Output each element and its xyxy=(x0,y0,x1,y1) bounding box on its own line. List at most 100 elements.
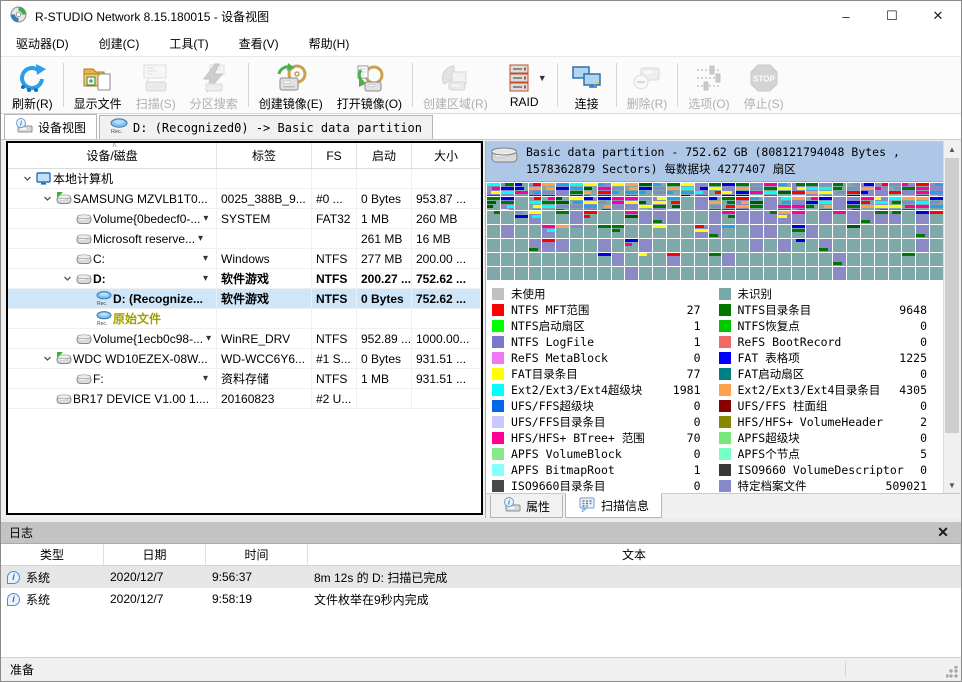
scan-map-cell xyxy=(529,253,542,266)
log-close-icon[interactable]: ✕ xyxy=(933,524,953,541)
connect-button[interactable]: 连接 xyxy=(561,59,613,113)
disk-icon xyxy=(56,392,73,406)
scan-map-cell xyxy=(515,267,528,280)
log-row-0[interactable]: i系统2020/12/79:56:378m 12s 的 D: 扫描已完成 xyxy=(1,566,961,588)
scan-map-cell xyxy=(750,239,763,252)
scan-map-cell xyxy=(764,239,777,252)
legend-item-right-5: FAT启动扇区0 xyxy=(719,366,942,382)
minimize-button[interactable]: – xyxy=(823,1,869,31)
scan-map-cell xyxy=(681,267,694,280)
device-tree-row-1[interactable]: SAMSUNG MZVLB1T0...0025_388B_9...#0 ...0… xyxy=(8,189,481,209)
scan-map-cell xyxy=(709,197,722,210)
device-tree-row-6[interactable]: Rec.D: (Recognize...软件游戏NTFS0 Bytes752.6… xyxy=(8,289,481,309)
legend-swatch xyxy=(719,368,731,380)
log-column-header-0[interactable]: 类型 xyxy=(1,544,104,565)
scan-map-cell xyxy=(750,197,763,210)
scan-map-cell xyxy=(598,183,611,196)
scan-map-cell xyxy=(778,239,791,252)
legend-item-left-2: NTFS启动扇区1 xyxy=(492,318,715,334)
legend-label: HFS/HFS+ BTree+ 范围 xyxy=(511,430,645,446)
device-tree-row-2[interactable]: Volume{0bedecf0-...▾SYSTEMFAT321 MB260 M… xyxy=(8,209,481,229)
raid-button[interactable]: ▼RAID xyxy=(495,59,554,113)
device-name-cell: Rec.D: (Recognize... xyxy=(8,289,217,308)
log-column-header-2[interactable]: 时间 xyxy=(206,544,308,565)
device-tree-row-5[interactable]: D:▾软件游戏NTFS200.27 ...752.62 ... xyxy=(8,269,481,289)
scroll-down-icon[interactable]: ▼ xyxy=(944,477,960,493)
device-name-cell: BR17 DEVICE V1.00 1.... xyxy=(8,389,217,408)
expand-chevron-icon[interactable] xyxy=(38,354,56,363)
open-image-button[interactable]: 打开镜像(O) xyxy=(330,59,409,113)
device-column-header-4[interactable]: 大小 xyxy=(412,143,481,168)
view-tab-label: 设备视图 xyxy=(38,119,86,136)
resize-grip[interactable] xyxy=(946,666,958,678)
scan-panel-tab-0[interactable]: i属性 xyxy=(490,495,563,518)
scan-map-cell xyxy=(875,211,888,224)
menu-item-0[interactable]: 驱动器(D) xyxy=(1,31,84,57)
scan-map-cell xyxy=(542,211,555,224)
log-column-header-1[interactable]: 日期 xyxy=(104,544,206,565)
menu-item-4[interactable]: 帮助(H) xyxy=(294,31,365,57)
maximize-button[interactable]: ☐ xyxy=(869,1,915,31)
device-tree-row-11[interactable]: BR17 DEVICE V1.00 1....20160823#2 U... xyxy=(8,389,481,409)
scan-map-cell xyxy=(806,267,819,280)
device-name-cell: SAMSUNG MZVLB1T0... xyxy=(8,189,217,208)
device-size-cell xyxy=(412,309,481,328)
menu-item-2[interactable]: 工具(T) xyxy=(154,31,223,57)
legend-item-left-12: ISO9660目录条目0 xyxy=(492,478,715,493)
expand-chevron-icon[interactable] xyxy=(18,174,36,183)
legend-count: 1225 xyxy=(899,351,941,365)
menu-item-3[interactable]: 查看(V) xyxy=(224,31,294,57)
device-dropdown-icon[interactable]: ▾ xyxy=(206,333,211,344)
device-tree-row-7[interactable]: Rec.原始文件 xyxy=(8,309,481,329)
show-files-button[interactable]: 显示文件 xyxy=(67,59,129,113)
device-column-header-3[interactable]: 启动 xyxy=(357,143,412,168)
scrollbar-thumb[interactable] xyxy=(945,158,959,433)
legend-count: 0 xyxy=(694,415,715,429)
legend-label: NTFS MFT范围 xyxy=(511,302,589,318)
toolbar-separator xyxy=(412,63,413,107)
scan-map-cell xyxy=(861,267,874,280)
device-dropdown-icon[interactable]: ▾ xyxy=(203,373,208,384)
scan-map-cell xyxy=(764,183,777,196)
scan-map[interactable] xyxy=(486,182,943,280)
scan-map-cell xyxy=(570,183,583,196)
expand-chevron-icon[interactable] xyxy=(38,194,56,203)
device-size-cell xyxy=(412,169,481,188)
view-tab-1[interactable]: Rec.D: (Recognized0) -> Basic data parti… xyxy=(99,115,433,139)
legend-count: 1 xyxy=(694,335,715,349)
dropdown-arrow-icon[interactable]: ▼ xyxy=(538,73,547,83)
device-dropdown-icon[interactable]: ▾ xyxy=(198,233,203,244)
device-tree-row-0[interactable]: 本地计算机 xyxy=(8,169,481,189)
device-tree-row-10[interactable]: F:▾资料存储NTFS1 MB931.51 ... xyxy=(8,369,481,389)
scan-map-cell xyxy=(764,211,777,224)
create-image-button[interactable]: 创建镜像(E) xyxy=(252,59,330,113)
log-row-1[interactable]: i系统2020/12/79:58:19文件枚举在9秒内完成 xyxy=(1,588,961,610)
device-column-header-0[interactable]: 设备/磁盘˄ xyxy=(8,143,217,168)
scan-map-cell xyxy=(778,267,791,280)
device-dropdown-icon[interactable]: ▾ xyxy=(203,213,208,224)
refresh-button[interactable]: 刷新(R) xyxy=(5,59,60,113)
expand-chevron-icon[interactable] xyxy=(58,274,76,283)
legend-item-left-3: NTFS LogFile1 xyxy=(492,334,715,350)
device-name: 原始文件 xyxy=(113,310,161,327)
disk-icon xyxy=(76,372,93,386)
options-icon xyxy=(692,62,726,94)
device-dropdown-icon[interactable]: ▾ xyxy=(203,253,208,264)
device-dropdown-icon[interactable]: ▾ xyxy=(203,273,208,284)
device-column-header-1[interactable]: 标签 xyxy=(217,143,312,168)
scan-map-cell xyxy=(875,239,888,252)
scroll-up-icon[interactable]: ▲ xyxy=(944,141,960,157)
scan-panel-scrollbar[interactable]: ▲ ▼ xyxy=(943,141,960,493)
device-tree-row-4[interactable]: C:▾WindowsNTFS277 MB200.00 ... xyxy=(8,249,481,269)
scan-panel-tab-1[interactable]: 扫描信息 xyxy=(565,493,662,518)
menu-item-1[interactable]: 创建(C) xyxy=(84,31,155,57)
scan-map-cell xyxy=(612,239,625,252)
log-column-header-3[interactable]: 文本 xyxy=(308,544,961,565)
device-tree-row-3[interactable]: Microsoft reserve...▾261 MB16 MB xyxy=(8,229,481,249)
view-tab-0[interactable]: i设备视图 xyxy=(4,114,97,139)
device-tree-row-8[interactable]: Volume{1ecb0c98-...▾WinRE_DRVNTFS952.89 … xyxy=(8,329,481,349)
device-column-header-2[interactable]: FS xyxy=(312,143,357,168)
device-tree-row-9[interactable]: WDC WD10EZEX-08W...WD-WCC6Y6...#1 S...0 … xyxy=(8,349,481,369)
close-button[interactable]: ✕ xyxy=(915,1,961,31)
scan-map-cell xyxy=(598,267,611,280)
